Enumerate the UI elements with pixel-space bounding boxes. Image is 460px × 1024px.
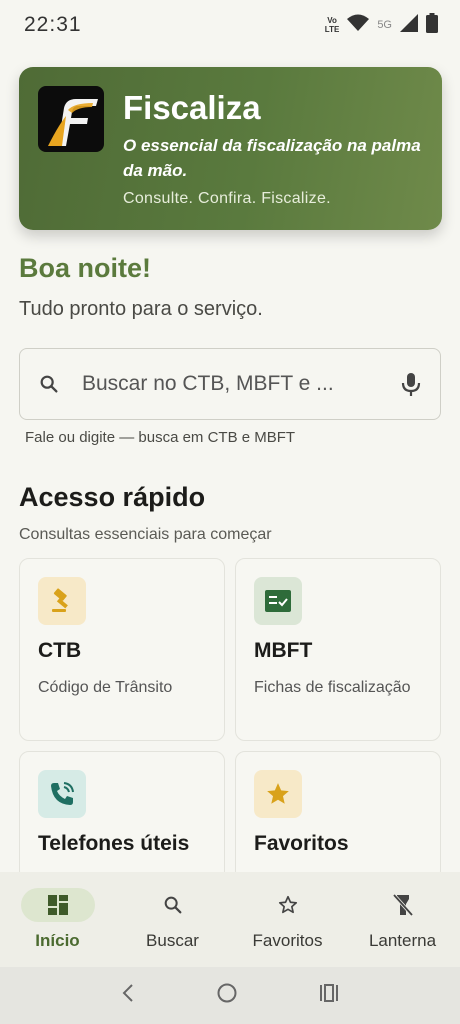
search-icon <box>136 888 210 922</box>
flashlight-off-icon <box>366 888 440 922</box>
greeting-subtitle: Tudo pronto para o serviço. <box>19 298 263 320</box>
home-icon[interactable] <box>216 982 238 1009</box>
app-motto: Consulte. Confira. Fiscalize. <box>123 190 331 207</box>
signal-icon <box>400 13 418 37</box>
app-logo <box>38 86 104 152</box>
card-telefones[interactable]: Telefones úteis <box>19 751 225 881</box>
search-bar[interactable]: Buscar no CTB, MBFT e ... <box>19 348 441 420</box>
volte-top: Vo <box>327 16 337 25</box>
search-input[interactable]: Buscar no CTB, MBFT e ... <box>82 372 334 396</box>
app-title: Fiscaliza <box>123 89 261 126</box>
card-description: Fichas de fiscalização <box>254 679 411 696</box>
volte-indicator: Vo LTE <box>325 16 340 34</box>
nav-item-lanterna[interactable]: Lanterna <box>345 872 460 967</box>
star-icon <box>254 770 302 818</box>
app-tagline: O essencial da fiscalização na palma da … <box>123 136 421 180</box>
card-ctb[interactable]: CTB Código de Trânsito <box>19 558 225 741</box>
recents-icon[interactable] <box>318 983 340 1008</box>
mic-icon[interactable] <box>400 371 422 402</box>
status-icons: Vo LTE 5G <box>325 12 438 38</box>
search-helper-text: Fale ou digite — busca em CTB e MBFT <box>25 429 296 446</box>
bottom-navigation: Início Buscar Favoritos Lanterna <box>0 872 460 967</box>
card-description: Código de Trânsito <box>38 679 173 696</box>
checklist-icon <box>254 577 302 625</box>
quick-access-subtitle: Consultas essenciais para começar <box>19 526 272 543</box>
card-mbft[interactable]: MBFT Fichas de fiscalização <box>235 558 441 741</box>
nav-item-inicio[interactable]: Início <box>0 872 115 967</box>
wifi-icon <box>347 14 370 37</box>
card-title: Telefones úteis <box>38 832 190 855</box>
nav-item-buscar[interactable]: Buscar <box>115 872 230 967</box>
nav-item-favoritos[interactable]: Favoritos <box>230 872 345 967</box>
nav-label: Buscar <box>146 931 199 950</box>
dashboard-icon <box>20 888 95 922</box>
nav-label: Favoritos <box>252 931 323 950</box>
quick-access-title: Acesso rápido <box>19 482 206 512</box>
card-title: Favoritos <box>254 832 349 855</box>
phone-icon <box>38 770 86 818</box>
status-bar: 22:31 Vo LTE 5G <box>0 0 460 50</box>
card-favoritos[interactable]: Favoritos <box>235 751 441 881</box>
star-outline-icon <box>251 888 325 922</box>
card-title: CTB <box>38 639 82 662</box>
network-type: 5G <box>377 19 392 31</box>
nav-label: Início <box>35 931 80 950</box>
back-icon[interactable] <box>120 983 136 1008</box>
greeting-title: Boa noite! <box>19 253 151 283</box>
search-icon <box>38 373 60 400</box>
status-time: 22:31 <box>24 13 82 36</box>
system-navigation-bar <box>0 967 460 1024</box>
volte-bottom: LTE <box>324 25 340 34</box>
hero-banner: Fiscaliza O essencial da fiscalização na… <box>19 67 442 230</box>
battery-icon <box>426 12 438 38</box>
gavel-icon <box>38 577 86 625</box>
nav-label: Lanterna <box>368 931 437 950</box>
card-title: MBFT <box>254 639 313 662</box>
